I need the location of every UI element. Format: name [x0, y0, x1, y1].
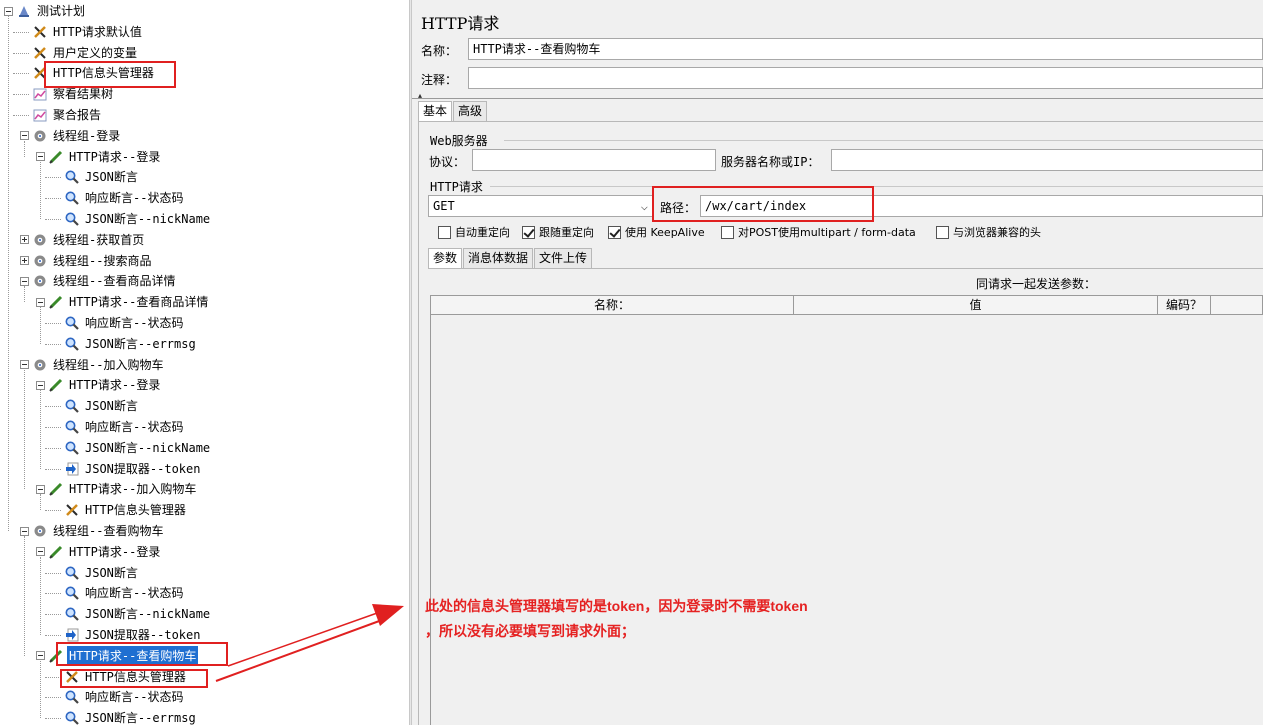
arrow-line	[215, 619, 383, 682]
annotation-arrow	[215, 604, 404, 682]
arrow-line-upper	[227, 611, 381, 667]
